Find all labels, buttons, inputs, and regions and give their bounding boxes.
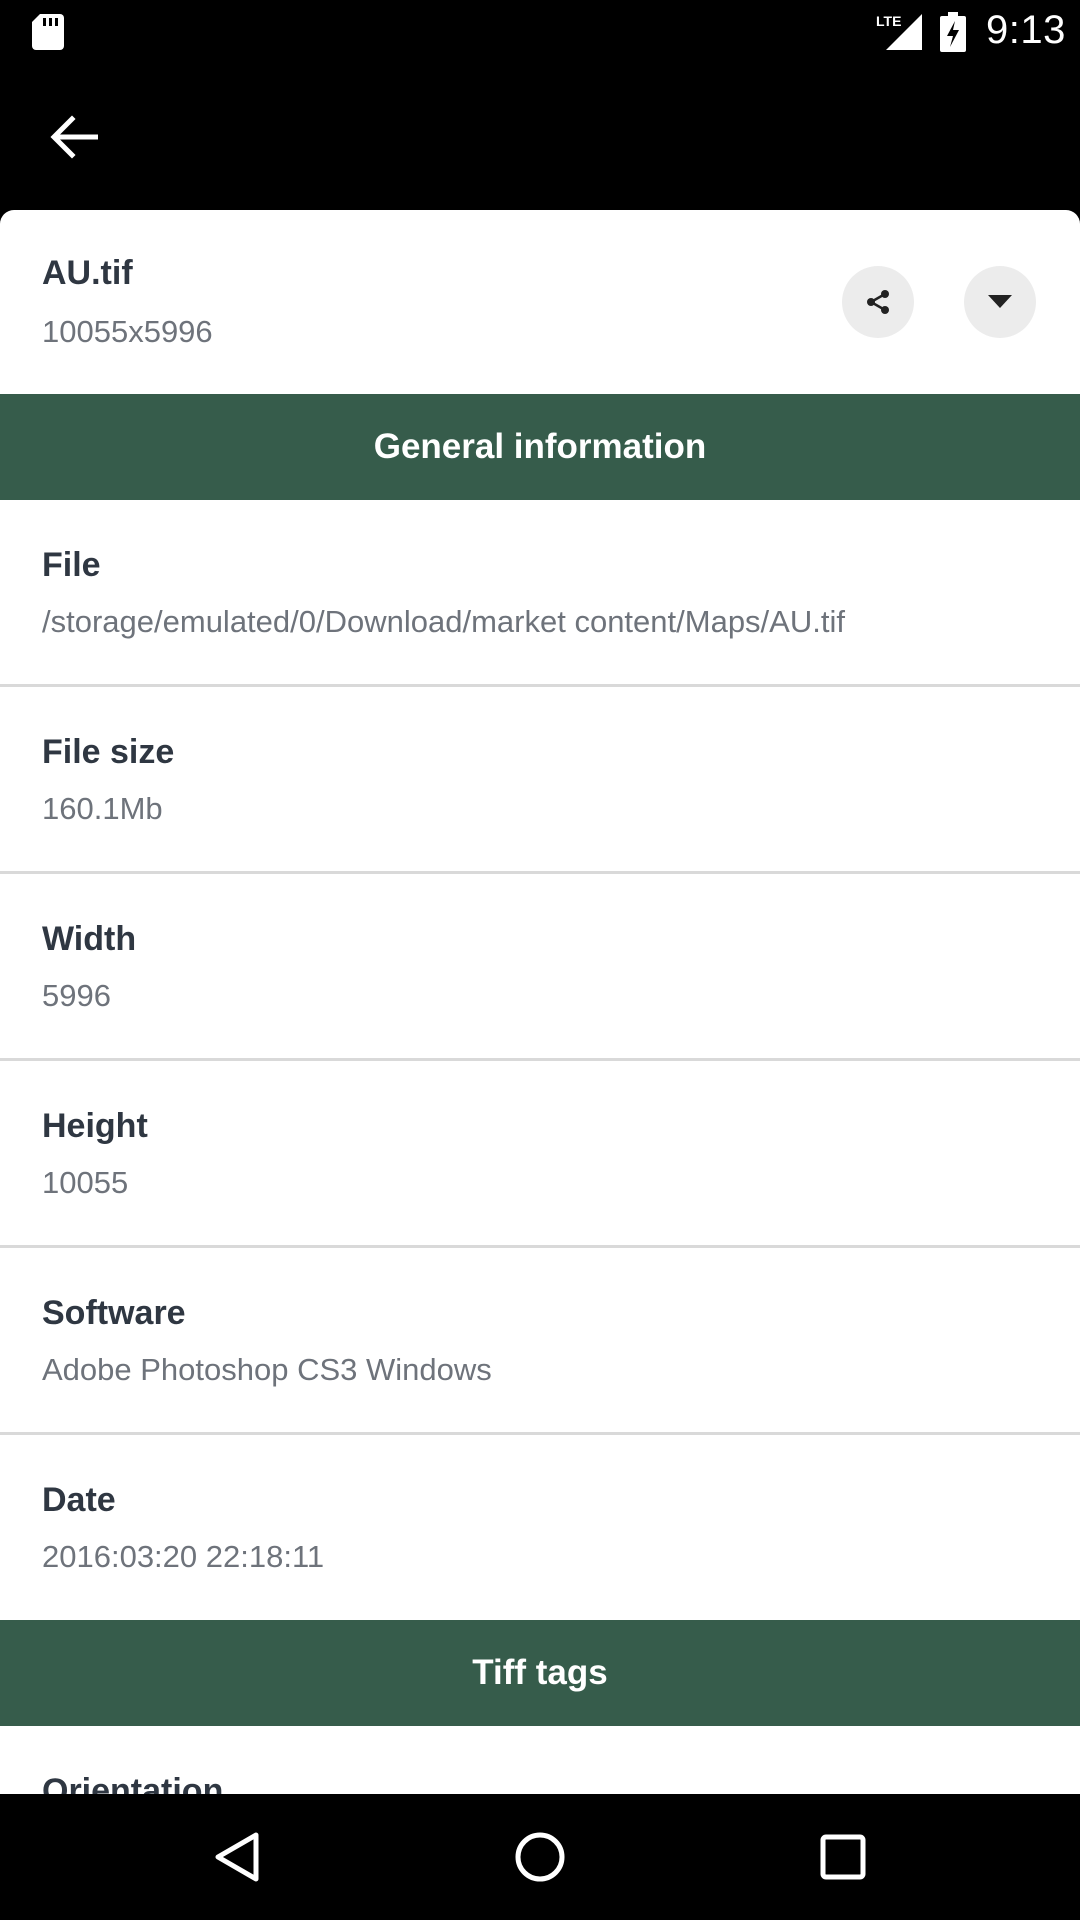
sd-card-icon bbox=[32, 14, 64, 50]
file-header: AU.tif 10055x5996 bbox=[0, 210, 1080, 394]
section-tiff-tags: Tiff tags bbox=[0, 1620, 1080, 1726]
info-label: Height bbox=[42, 1107, 148, 1145]
info-row-height: Height 10055 bbox=[0, 1061, 1080, 1248]
svg-text:LTE: LTE bbox=[876, 13, 901, 29]
share-button[interactable] bbox=[842, 266, 914, 338]
info-value: Adobe Photoshop CS3 Windows bbox=[42, 1352, 492, 1387]
arrow-back-icon bbox=[50, 115, 98, 159]
info-row-file-size: File size 160.1Mb bbox=[0, 687, 1080, 874]
info-value: 10055 bbox=[42, 1165, 129, 1200]
info-row-file: File /storage/emulated/0/Download/market… bbox=[0, 500, 1080, 687]
share-icon bbox=[867, 290, 889, 314]
status-time: 9:13 bbox=[986, 8, 1066, 52]
section-general-information: General information bbox=[0, 394, 1080, 500]
info-label: Width bbox=[42, 920, 137, 958]
expand-button[interactable] bbox=[964, 266, 1036, 338]
info-value: 2016:03:20 22:18:11 bbox=[42, 1539, 325, 1574]
nav-back-icon bbox=[215, 1832, 259, 1882]
toolbar bbox=[0, 63, 1080, 210]
nav-home-button[interactable] bbox=[505, 1822, 575, 1892]
nav-recents-icon bbox=[820, 1834, 866, 1880]
back-button[interactable] bbox=[40, 103, 108, 171]
nav-recents-button[interactable] bbox=[808, 1822, 878, 1892]
info-label: Software bbox=[42, 1294, 186, 1332]
info-row-date: Date 2016:03:20 22:18:11 bbox=[0, 1435, 1080, 1622]
info-label: Orientation bbox=[42, 1772, 224, 1794]
info-value: 5996 bbox=[42, 978, 111, 1013]
battery-charging-icon bbox=[940, 12, 966, 52]
lte-signal-icon: LTE bbox=[876, 13, 922, 50]
info-label: File bbox=[42, 546, 101, 584]
nav-back-button[interactable] bbox=[202, 1822, 272, 1892]
content-panel: AU.tif 10055x5996 General information Fi… bbox=[0, 210, 1080, 1794]
file-dimensions: 10055x5996 bbox=[42, 314, 213, 349]
info-value: /storage/emulated/0/Download/market cont… bbox=[42, 604, 845, 639]
file-title: AU.tif bbox=[42, 254, 133, 292]
nav-home-icon bbox=[515, 1832, 565, 1882]
info-label: File size bbox=[42, 733, 175, 771]
info-row-software: Software Adobe Photoshop CS3 Windows bbox=[0, 1248, 1080, 1435]
info-label: Date bbox=[42, 1481, 116, 1519]
caret-down-icon bbox=[988, 295, 1012, 308]
navigation-bar bbox=[0, 1794, 1080, 1920]
info-row-width: Width 5996 bbox=[0, 874, 1080, 1061]
info-value: 160.1Mb bbox=[42, 791, 163, 826]
info-row-orientation: Orientation bbox=[0, 1726, 1080, 1794]
status-bar: LTE 9:13 bbox=[0, 0, 1080, 63]
